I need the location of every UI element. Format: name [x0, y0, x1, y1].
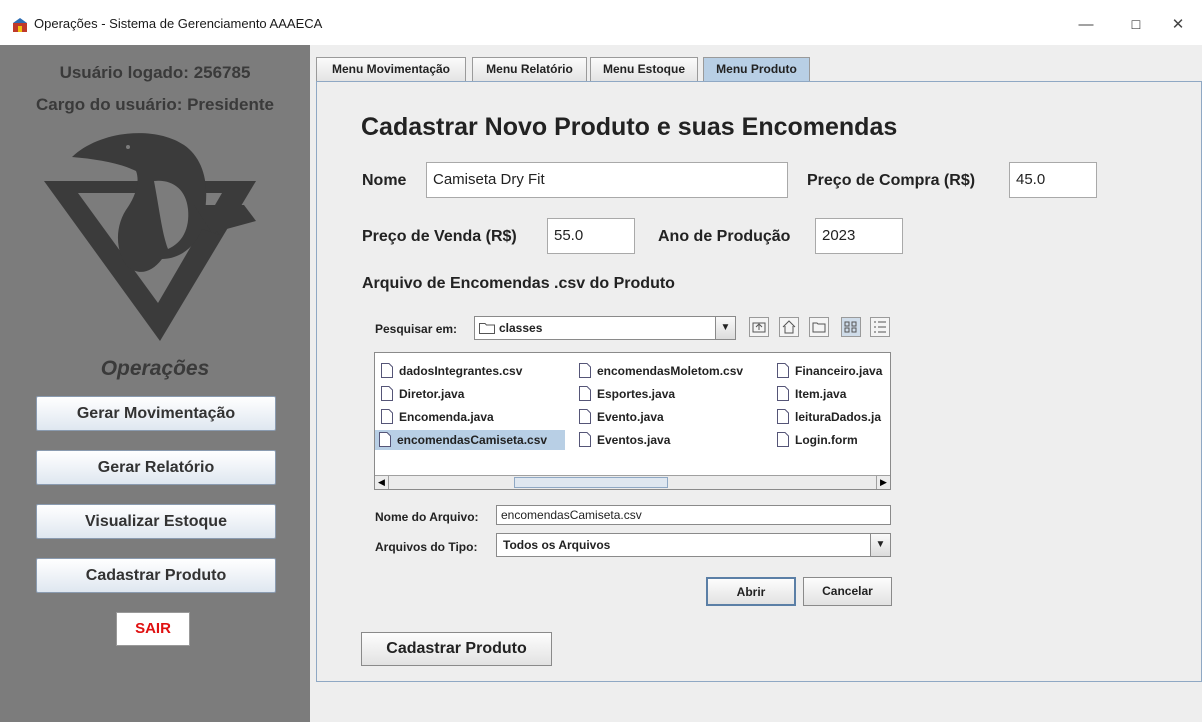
- look-in-select[interactable]: classes ▼: [474, 316, 736, 340]
- cancel-button[interactable]: Cancelar: [803, 577, 892, 606]
- file-icon: [579, 386, 591, 401]
- preco-compra-input[interactable]: 45.0: [1009, 162, 1097, 198]
- new-folder-icon: [812, 322, 826, 333]
- page-title: Cadastrar Novo Produto e suas Encomendas: [361, 113, 898, 141]
- file-icon: [381, 386, 393, 401]
- home-icon: [782, 320, 796, 334]
- file-item[interactable]: Login.form: [773, 430, 858, 450]
- file-icon: [777, 363, 789, 378]
- look-in-value: classes: [499, 321, 543, 335]
- nome-input[interactable]: Camiseta Dry Fit: [426, 162, 788, 198]
- file-item[interactable]: Esportes.java: [575, 384, 675, 404]
- maximize-button[interactable]: ☐: [1113, 10, 1159, 40]
- chevron-down-icon[interactable]: ▼: [715, 317, 735, 339]
- operations-title: Operações: [100, 357, 210, 380]
- list-view-button[interactable]: [841, 317, 861, 337]
- up-folder-icon: [752, 322, 766, 333]
- tab-menu-movimentacao[interactable]: Menu Movimentação: [316, 57, 466, 81]
- app-icon: [13, 18, 27, 32]
- filename-input[interactable]: encomendasCamiseta.csv: [496, 505, 891, 525]
- preco-venda-input[interactable]: 55.0: [547, 218, 635, 254]
- file-icon: [381, 363, 393, 378]
- tab-menu-produto[interactable]: Menu Produto: [703, 57, 810, 82]
- up-folder-button[interactable]: [749, 317, 769, 337]
- file-icon: [379, 432, 391, 447]
- file-icon: [777, 386, 789, 401]
- close-button[interactable]: ✕: [1155, 10, 1201, 40]
- ano-producao-input[interactable]: 2023: [815, 218, 903, 254]
- scroll-right-icon[interactable]: ▶: [876, 476, 890, 489]
- visualizar-estoque-button[interactable]: Visualizar Estoque: [36, 504, 276, 539]
- filetype-select[interactable]: Todos os Arquivos ▼: [496, 533, 891, 557]
- folder-icon: [479, 323, 495, 334]
- file-list[interactable]: dadosIntegrantes.csv Diretor.java Encome…: [374, 352, 891, 490]
- filename-label: Nome do Arquivo:: [375, 510, 479, 524]
- nome-label: Nome: [362, 172, 407, 189]
- preco-compra-label: Preço de Compra (R$): [807, 172, 976, 189]
- open-button[interactable]: Abrir: [706, 577, 796, 606]
- details-view-icon: [874, 321, 886, 333]
- filetype-label: Arquivos do Tipo:: [375, 540, 478, 554]
- ano-producao-label: Ano de Produção: [658, 228, 791, 245]
- file-item[interactable]: Financeiro.java: [773, 361, 882, 381]
- logout-button[interactable]: SAIR: [116, 612, 190, 646]
- file-item[interactable]: leituraDados.ja: [773, 407, 881, 427]
- gerar-relatorio-button[interactable]: Gerar Relatório: [36, 450, 276, 485]
- file-item[interactable]: encomendasMoletom.csv: [575, 361, 743, 381]
- user-role-label: Cargo do usuário: Presidente: [35, 95, 275, 114]
- list-view-icon: [844, 321, 857, 333]
- new-folder-button[interactable]: [809, 317, 829, 337]
- tab-menu-relatorio[interactable]: Menu Relatório: [472, 57, 587, 81]
- file-item[interactable]: dadosIntegrantes.csv: [377, 361, 522, 381]
- file-icon: [579, 363, 591, 378]
- minimize-button[interactable]: —: [1063, 10, 1109, 40]
- file-item[interactable]: Evento.java: [575, 407, 664, 427]
- file-item[interactable]: Encomenda.java: [377, 407, 494, 427]
- window-title: Operações - Sistema de Gerenciamento AAA…: [34, 16, 323, 31]
- gerar-movimentacao-button[interactable]: Gerar Movimentação: [36, 396, 276, 431]
- penguin-logo-icon: [44, 133, 256, 341]
- look-in-label: Pesquisar em:: [375, 322, 458, 336]
- cadastrar-produto-button[interactable]: Cadastrar Produto: [361, 632, 552, 666]
- file-icon: [777, 409, 789, 424]
- horizontal-scrollbar[interactable]: ◀ ▶: [375, 475, 890, 489]
- logged-user-label: Usuário logado: 256785: [59, 63, 251, 82]
- chevron-down-icon[interactable]: ▼: [870, 534, 890, 556]
- home-button[interactable]: [779, 317, 799, 337]
- preco-venda-label: Preço de Venda (R$): [362, 228, 517, 245]
- file-icon: [381, 409, 393, 424]
- file-icon: [579, 432, 591, 447]
- file-item-selected[interactable]: encomendasCamiseta.csv: [375, 430, 565, 450]
- file-item[interactable]: Item.java: [773, 384, 846, 404]
- tab-menu-estoque[interactable]: Menu Estoque: [590, 57, 698, 81]
- scroll-left-icon[interactable]: ◀: [375, 476, 389, 489]
- details-view-button[interactable]: [870, 317, 890, 337]
- cadastrar-produto-sidebar-button[interactable]: Cadastrar Produto: [36, 558, 276, 593]
- window-titlebar: Operações - Sistema de Gerenciamento AAA…: [0, 0, 1202, 45]
- file-item[interactable]: Eventos.java: [575, 430, 670, 450]
- arquivo-encomendas-label: Arquivo de Encomendas .csv do Produto: [362, 275, 675, 292]
- file-item[interactable]: Diretor.java: [377, 384, 464, 404]
- scroll-thumb[interactable]: [514, 477, 668, 488]
- file-icon: [579, 409, 591, 424]
- file-icon: [777, 432, 789, 447]
